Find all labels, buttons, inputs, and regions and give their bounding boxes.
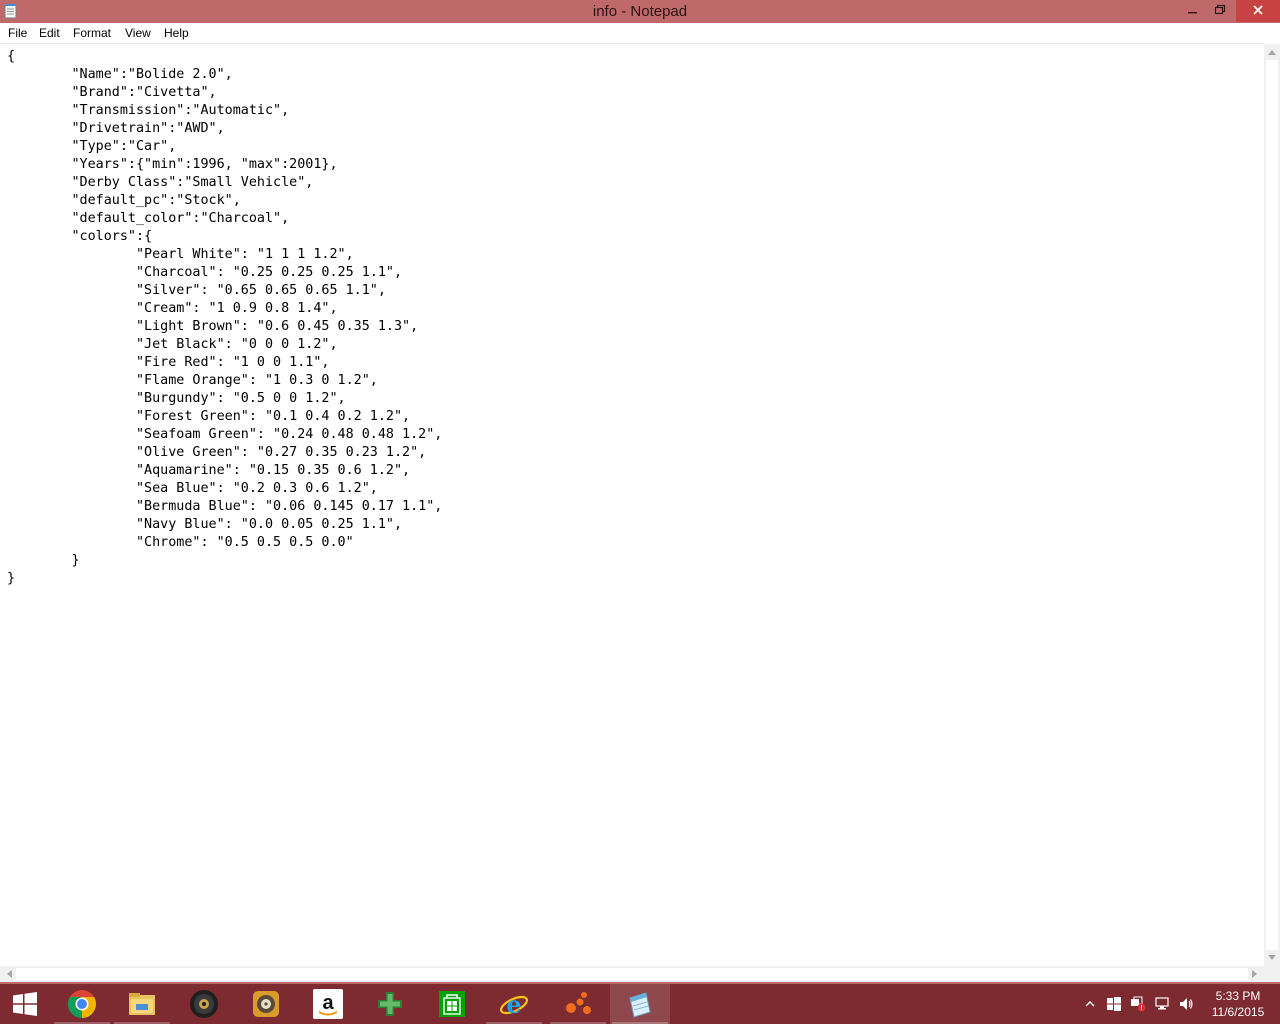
clock-time[interactable]: 5:33 PM [1202,989,1274,1004]
taskbar-internet-explorer[interactable]: e [484,984,544,1024]
media-player-icon [190,990,218,1018]
taskbar-disk-utility[interactable] [236,984,296,1024]
scroll-down-arrow-icon[interactable] [1268,955,1276,960]
file-explorer-icon [129,993,155,1015]
taskbar-game[interactable] [360,984,420,1024]
title-bar[interactable]: info - Notepad [0,0,1280,23]
taskbar-chrome[interactable] [52,984,112,1024]
taskbar-store[interactable] [422,984,482,1024]
store-icon [439,991,465,1017]
taskbar-media-player[interactable] [174,984,234,1024]
scroll-up-arrow-icon[interactable] [1268,50,1276,55]
menu-file[interactable]: File [8,26,27,40]
notepad-icon [629,992,651,1018]
editor-content[interactable]: { "Name":"Bolide 2.0", "Brand":"Civetta"… [7,48,442,588]
menu-help[interactable]: Help [164,26,189,40]
scroll-right-arrow-icon[interactable] [1252,970,1257,978]
close-button[interactable] [1236,0,1280,22]
security-alert-icon[interactable]: ! [1130,996,1146,1012]
menu-edit[interactable]: Edit [39,26,60,40]
network-icon[interactable] [1154,996,1170,1012]
disk-utility-icon [253,991,279,1017]
taskbar-amazon[interactable]: a [298,984,358,1024]
taskbar-notepad[interactable] [610,984,670,1024]
close-icon [1253,5,1263,15]
restore-button[interactable] [1206,0,1232,22]
show-hidden-icons-chevron[interactable] [1082,996,1098,1012]
amazon-icon: a [313,989,343,1019]
volume-icon[interactable] [1178,996,1194,1012]
windows-start-icon [13,992,37,1016]
chrome-icon [68,990,96,1019]
internet-explorer-icon: e [499,990,529,1019]
restore-icon [1214,4,1226,15]
svg-text:!: ! [1140,1005,1142,1012]
clock-date[interactable]: 11/6/2015 [1202,1005,1274,1020]
svg-text:a: a [322,992,334,1014]
game-icon [378,992,402,1016]
menu-format[interactable]: Format [73,26,111,40]
menu-view[interactable]: View [125,26,151,40]
start-button[interactable] [0,984,50,1024]
vertical-scroll-thumb[interactable] [1266,60,1278,950]
horizontal-scrollbar[interactable] [0,966,1264,982]
scroll-left-arrow-icon[interactable] [7,970,12,978]
minimize-icon [1188,12,1197,14]
taskbar-file-explorer[interactable] [112,984,172,1024]
windows-flag-icon[interactable] [1106,996,1122,1012]
taskbar: a e ! 5:33 PM 11/6/2015 [0,984,1280,1024]
scrollbar-corner [1264,966,1280,982]
vertical-scrollbar[interactable] [1264,44,1280,966]
minimize-button[interactable] [1178,0,1206,22]
window-title: info - Notepad [592,3,688,20]
molecule-app-icon [566,992,591,1014]
menu-bar: File Edit Format View Help [0,23,1280,43]
svg-text:e: e [506,990,521,1019]
text-editor[interactable]: { "Name":"Bolide 2.0", "Brand":"Civetta"… [0,44,1264,966]
horizontal-scroll-thumb[interactable] [16,968,1248,980]
taskbar-molecule-app[interactable] [548,984,608,1024]
